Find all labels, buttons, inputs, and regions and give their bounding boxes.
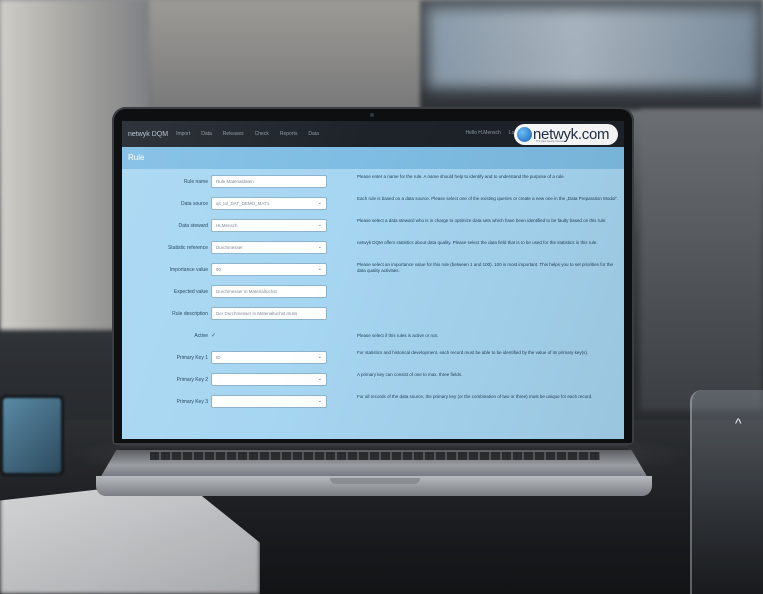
statistic-reference-help: netwyk DQM offers statistics about data … [357,240,598,245]
primary-key-1-select[interactable]: ID ⌄ [211,351,327,364]
statistic-reference-value: Durchmesser [216,245,243,250]
logo-subtitle: The Data Quality Network [536,140,565,143]
form-row-primary-key-1: Primary Key 1 ID ⌄ For statistics and hi… [122,349,624,369]
data-source-help: Each rule is based on a data source. Ple… [357,196,619,201]
data-source-select[interactable]: qs_tol_DAT_DEMO_MAT1 ⌄ [211,197,327,210]
data-steward-label: Data steward [178,223,208,229]
importance-value-select[interactable]: 90 ⌄ [211,263,327,276]
keyboard-row [150,452,600,460]
rule-description-label: Rule description [172,311,208,317]
netwyk-logo: netwyk.com The Data Quality Network [514,124,618,145]
expected-value-input[interactable]: Durchmesser in Materialtuchst [211,285,327,298]
nav-item-import[interactable]: Import [176,131,190,137]
chevron-up-icon: ^ [735,415,742,431]
primary-key-2-label: Primary Key 2 [176,377,208,383]
primary-key-3-help: For all records of the data source, the … [357,394,593,399]
laptop-lid: netwyk DQM Import Data Releases Check Re… [112,107,634,445]
statistic-reference-label: Statistic reference [167,245,208,251]
nav-item-data-2[interactable]: Data [308,131,319,137]
primary-key-3-select[interactable]: ⌄ [211,395,327,408]
globe-icon [517,127,532,142]
statistic-reference-select[interactable]: Durchmesser ⌄ [211,241,327,254]
blurred-window-right [640,110,763,410]
data-source-label: Data source [181,201,208,207]
blurred-wall-screen [428,8,758,88]
data-source-value: qs_tol_DAT_DEMO_MAT1 [216,201,270,206]
form-row-data-source: Data source qs_tol_DAT_DEMO_MAT1 ⌄ Each … [122,195,624,215]
form-row-active: Active ✓ Please select if this rules is … [122,327,624,347]
expected-value-value: Durchmesser in Materialtuchst [216,289,277,294]
form-row-primary-key-3: Primary Key 3 ⌄ For all records of the d… [122,393,624,413]
primary-key-1-help: For statistics and historical developmen… [357,350,589,355]
chevron-down-icon: ⌄ [317,376,322,382]
active-label: Active [194,333,208,339]
nav-item-reports[interactable]: Reports [280,131,298,137]
rule-name-input[interactable]: Rule Materialdaten [211,175,327,188]
rule-name-label: Rule name [183,179,208,185]
importance-value-value: 90 [216,267,222,272]
chevron-down-icon: ⌄ [317,244,322,250]
laptop-screen: netwyk DQM Import Data Releases Check Re… [122,121,624,439]
form-row-expected-value: Expected value Durchmesser in Materialtu… [122,283,624,303]
data-steward-select[interactable]: HLMensch ⌄ [211,219,327,232]
rule-form: Rule name Rule Materialdaten Please ente… [122,169,624,439]
laptop-notch [330,478,420,484]
rule-name-help: Please enter a name for the rule. A name… [357,174,565,179]
page-title: Rule [122,147,624,169]
chevron-down-icon: ⌄ [317,200,322,206]
nav-item-data[interactable]: Data [201,131,212,137]
user-greeting[interactable]: Hello H.Mensch [466,130,501,136]
webcam [370,113,374,117]
nav-item-check[interactable]: Check [255,131,269,137]
top-navbar: netwyk DQM Import Data Releases Check Re… [122,121,624,147]
importance-value-help: Please select an importance value for th… [357,262,614,273]
primary-key-1-value: ID [216,355,221,360]
form-row-data-steward: Data steward HLMensch ⌄ Please select a … [122,217,624,237]
chevron-down-icon: ⌄ [317,266,322,272]
chevron-down-icon: ⌄ [317,222,322,228]
active-help: Please select if this rules is active or… [357,333,439,338]
chevron-down-icon: ⌄ [317,354,322,360]
form-row-rule-description: Rule description Der Durchmesser in Mate… [122,305,624,325]
chevron-down-icon: ⌄ [317,398,322,404]
primary-key-2-select[interactable]: ⌄ [211,373,327,386]
rule-description-value: Der Durchmesser in Materialtuchst muss [216,311,298,316]
form-row-importance-value: Importance value 90 ⌄ Please select an i… [122,261,624,281]
glass-tablet-right [690,390,763,594]
rule-description-input[interactable]: Der Durchmesser in Materialtuchst muss [211,307,327,320]
data-steward-help: Please select a data steward who is in c… [357,218,607,223]
app-brand[interactable]: netwyk DQM [128,131,168,138]
data-steward-value: HLMensch [216,223,238,228]
primary-key-2-help: A primary key can consist of one to max.… [357,372,463,377]
form-row-rule-name: Rule name Rule Materialdaten Please ente… [122,173,624,193]
form-row-primary-key-2: Primary Key 2 ⌄ A primary key can consis… [122,371,624,391]
nav-item-releases[interactable]: Releases [223,131,244,137]
importance-value-label: Importance value [169,267,208,273]
primary-key-3-label: Primary Key 3 [176,399,208,405]
rule-name-value: Rule Materialdaten [216,179,254,184]
form-row-statistic-reference: Statistic reference Durchmesser ⌄ netwyk… [122,239,624,259]
primary-key-1-label: Primary Key 1 [176,355,208,361]
phone-on-desk [0,395,64,476]
active-checkbox[interactable]: ✓ [211,332,216,339]
expected-value-label: Expected value [173,289,208,295]
